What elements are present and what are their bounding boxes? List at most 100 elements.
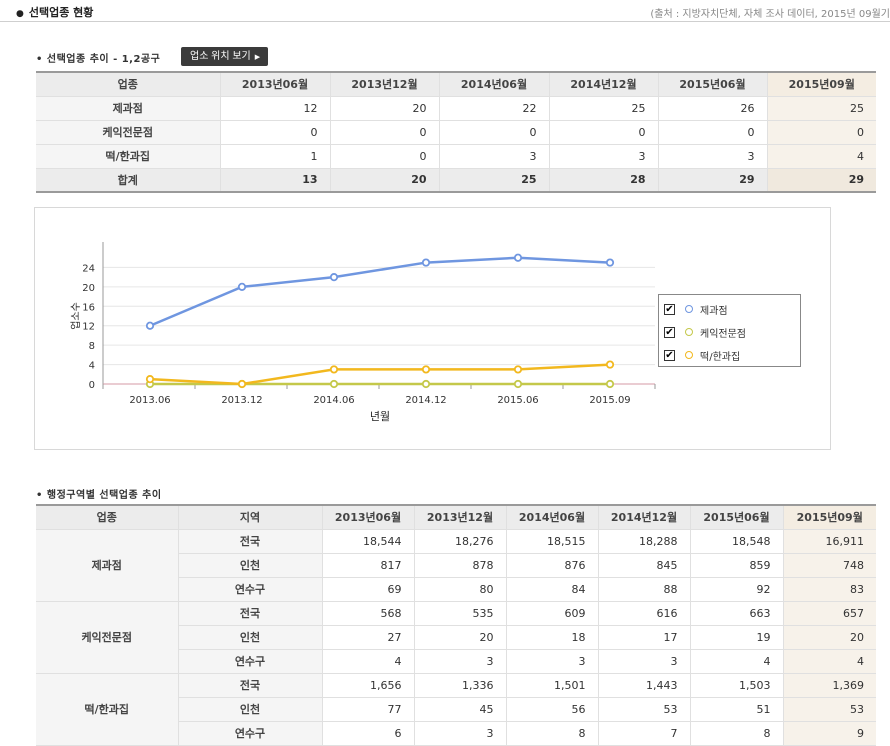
- value-cell: 18,544: [322, 529, 415, 554]
- value-cell: 876: [506, 553, 599, 578]
- value-cell: 1,656: [322, 673, 415, 698]
- legend-marker-icon: [685, 305, 693, 313]
- value-cell: 8: [690, 721, 784, 746]
- value-cell: 8: [506, 721, 599, 746]
- data-point: [145, 321, 155, 330]
- value-cell: 657: [783, 601, 876, 626]
- legend-item[interactable]: ✔ 떡/한과집: [664, 347, 740, 363]
- show-store-location-button[interactable]: 업소 위치 보기 ▶: [181, 47, 268, 66]
- region-cell: 연수구: [178, 649, 323, 674]
- checkbox-icon[interactable]: ✔: [664, 349, 675, 361]
- checkbox-icon[interactable]: ✔: [664, 303, 675, 315]
- value-cell: 3: [658, 144, 768, 169]
- value-cell: 18,548: [690, 529, 784, 554]
- column-header: 지역: [178, 504, 323, 530]
- y-tick-label: 12: [82, 322, 95, 333]
- value-cell: 4: [783, 649, 876, 674]
- series-line-2: [149, 363, 611, 386]
- table-row: 케익전문점 0 0 0 0 0 0: [36, 120, 876, 145]
- data-point: [329, 273, 339, 282]
- value-cell: 1,369: [783, 673, 876, 698]
- region-cell: 연수구: [178, 577, 323, 602]
- value-cell: 17: [598, 625, 691, 650]
- trend-table: 업종 2013년06월 2013년12월 2014년06월 2014년12월 2015년0…: [36, 71, 876, 193]
- category-cell: 케익전문점: [36, 601, 179, 674]
- value-cell: 845: [598, 553, 691, 578]
- column-header: 업종: [36, 504, 179, 530]
- total-value-cell: 13: [220, 168, 331, 193]
- value-cell: 6: [322, 721, 415, 746]
- category-cell: 떡/한과집: [36, 144, 221, 169]
- region-cell: 전국: [178, 673, 323, 698]
- value-cell: 0: [439, 120, 550, 145]
- data-point: [237, 282, 247, 291]
- category-cell: 제과점: [36, 96, 221, 121]
- y-tick-label: 4: [89, 361, 95, 372]
- value-cell: 748: [783, 553, 876, 578]
- bullet-icon: •: [36, 54, 43, 65]
- total-value-cell: 28: [549, 168, 659, 193]
- bullet-icon: ●: [16, 9, 24, 19]
- x-axis-label: 년월: [370, 410, 390, 423]
- value-cell: 80: [414, 577, 507, 602]
- data-point: [421, 258, 431, 267]
- value-cell: 18,515: [506, 529, 599, 554]
- category-cell: 케익전문점: [36, 120, 221, 145]
- table-row: 떡/한과집 전국 1,656 1,336 1,501 1,443 1,503 1,369: [36, 673, 876, 746]
- page-title: ● 선택업종 현황: [16, 4, 93, 20]
- value-cell: 3: [414, 649, 507, 674]
- value-cell: 53: [783, 697, 876, 722]
- x-tick-label: 2014.12: [405, 395, 446, 406]
- value-cell: 45: [414, 697, 507, 722]
- column-header: 업종: [36, 71, 221, 97]
- value-cell: 663: [690, 601, 784, 626]
- section1-title: • 선택업종 추이 - 1,2공구: [36, 50, 160, 65]
- value-cell: 77: [322, 697, 415, 722]
- legend-label: 제과점: [700, 305, 728, 317]
- total-value-cell: 20: [330, 168, 440, 193]
- column-header: 2015년06월: [658, 71, 768, 97]
- y-tick-label: 16: [82, 302, 95, 313]
- column-header: 2014년06월: [439, 71, 550, 97]
- data-point: [421, 365, 431, 374]
- source-note: (출처 : 지방자치단체, 자체 조사 데이터, 2015년 09월기: [650, 9, 890, 20]
- region-cell: 전국: [178, 601, 323, 626]
- category-cell: 제과점: [36, 529, 179, 602]
- value-cell: 51: [690, 697, 784, 722]
- y-tick-label: 8: [89, 341, 95, 352]
- data-point: [421, 379, 431, 389]
- y-tick-label: 24: [82, 263, 95, 274]
- region-table: 업종 지역 2013년06월 2013년12월 2014년06월 2014년12월 2015…: [36, 504, 876, 746]
- value-cell: 25: [549, 96, 659, 121]
- column-header: 2014년12월: [549, 71, 659, 97]
- y-axis-label: 업소수: [69, 302, 82, 330]
- category-cell: 떡/한과집: [36, 673, 179, 746]
- legend-label: 케익전문점: [700, 328, 746, 340]
- x-tick-label: 2013.06: [129, 395, 170, 406]
- value-cell: 3: [549, 144, 659, 169]
- legend-marker-icon: [685, 351, 693, 359]
- chart-legend: ✔ 제과점 ✔ 케익전문점 ✔ 떡/한과집: [658, 294, 801, 367]
- value-cell: 1,443: [598, 673, 691, 698]
- legend-item[interactable]: ✔ 제과점: [664, 301, 728, 317]
- column-header: 2013년06월: [322, 504, 415, 530]
- legend-marker-icon: [685, 328, 693, 336]
- column-header: 2015년06월: [690, 504, 784, 530]
- value-cell: 878: [414, 553, 507, 578]
- column-header: 2015년09월: [767, 71, 876, 97]
- total-value-cell: 25: [439, 168, 550, 193]
- data-point: [513, 365, 523, 374]
- value-cell: 22: [439, 96, 550, 121]
- trend-chart: 0 4 8 12 16 20 24 2013.06 2013.12 2014.06 2014.12 2…: [34, 207, 831, 450]
- table-row: 제과점 전국 18,544 18,276 18,515 18,288 18,548 16,91…: [36, 529, 876, 602]
- table-row: 제과점 12 20 22 25 26 25: [36, 96, 876, 121]
- region-cell: 전국: [178, 529, 323, 554]
- value-cell: 18,276: [414, 529, 507, 554]
- value-cell: 0: [658, 120, 768, 145]
- checkbox-icon[interactable]: ✔: [664, 326, 675, 338]
- value-cell: 0: [220, 120, 331, 145]
- value-cell: 568: [322, 601, 415, 626]
- value-cell: 12: [220, 96, 331, 121]
- legend-item[interactable]: ✔ 케익전문점: [664, 324, 746, 340]
- x-tick-label: 2015.09: [589, 395, 630, 406]
